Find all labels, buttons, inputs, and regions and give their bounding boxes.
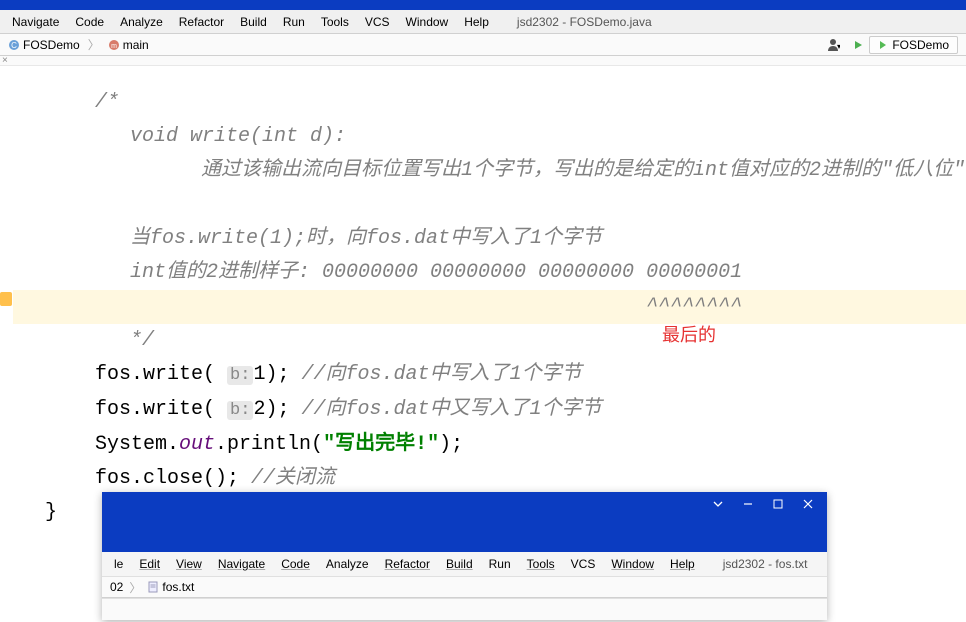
- breadcrumb-label: FOSDemo: [23, 38, 80, 52]
- main-menu-bar: Navigate Code Analyze Refactor Build Run…: [0, 10, 966, 34]
- comment-line: int值的2进制样子: 00000000 00000000 00000000 0…: [13, 256, 966, 290]
- menu-run[interactable]: Run: [481, 555, 519, 573]
- menu-refactor[interactable]: Refactor: [171, 13, 232, 31]
- code-editor[interactable]: /* void write(int d): 通过该输出流向目标位置写出1个字节，…: [0, 66, 966, 530]
- menu-file[interactable]: le: [106, 555, 131, 573]
- comment-line: void write(int d):: [13, 120, 966, 154]
- code-println: System.out.println("写出完毕!");: [13, 428, 966, 462]
- class-icon: C: [8, 39, 20, 51]
- breadcrumb-file-label: fos.txt: [162, 580, 194, 594]
- comment-line: /*: [13, 86, 966, 120]
- svg-text:▾: ▾: [837, 42, 840, 51]
- menu-analyze[interactable]: Analyze: [112, 13, 171, 31]
- tab-gutter: ×: [0, 56, 966, 66]
- menu-vcs[interactable]: VCS: [357, 13, 398, 31]
- text-file-icon: [147, 581, 159, 593]
- breadcrumb-label: main: [123, 38, 149, 52]
- window-title: jsd2302 - FOSDemo.java: [517, 15, 652, 29]
- comment-line: 当fos.write(1);时，向fos.dat中写入了1个字节: [13, 222, 966, 256]
- menu-code[interactable]: Code: [273, 555, 318, 573]
- breadcrumb-file[interactable]: fos.txt: [143, 579, 198, 595]
- menu-code[interactable]: Code: [67, 13, 112, 31]
- breadcrumb-class[interactable]: C FOSDemo: [4, 37, 84, 53]
- code-write-2: fos.write( b:2); //向fos.dat中又写入了1个字节: [13, 393, 966, 428]
- play-icon: [852, 39, 864, 51]
- comment-line: 通过该输出流向目标位置写出1个字节，写出的是给定的int值对应的2进制的"低八位…: [13, 154, 966, 188]
- close-icon[interactable]: [793, 493, 823, 515]
- menu-refactor[interactable]: Refactor: [377, 555, 438, 573]
- menu-help[interactable]: Help: [662, 555, 703, 573]
- run-config-icon[interactable]: [851, 38, 865, 52]
- close-tab-icon[interactable]: ×: [2, 55, 8, 66]
- secondary-titlebar[interactable]: [102, 492, 827, 516]
- svg-text:C: C: [11, 41, 17, 50]
- secondary-toolbar: [102, 598, 827, 620]
- param-hint: b:: [227, 366, 253, 385]
- menu-help[interactable]: Help: [456, 13, 497, 31]
- menu-navigate[interactable]: Navigate: [210, 555, 273, 573]
- secondary-menu-bar: le Edit View Navigate Code Analyze Refac…: [102, 552, 827, 576]
- menu-view[interactable]: View: [168, 555, 210, 573]
- menu-analyze[interactable]: Analyze: [318, 555, 377, 573]
- secondary-breadcrumb: 02 〉 fos.txt: [102, 576, 827, 598]
- annotation-text: 最后的: [662, 320, 716, 354]
- breadcrumb-separator: 〉: [129, 579, 141, 596]
- code-write-1: fos.write( b:1); //向fos.dat中写入了1个字节: [13, 358, 966, 393]
- secondary-ide-window[interactable]: le Edit View Navigate Code Analyze Refac…: [102, 492, 827, 620]
- chevron-down-icon[interactable]: [703, 493, 733, 515]
- minimize-icon[interactable]: [733, 493, 763, 515]
- secondary-header: [102, 516, 827, 552]
- comment-caret-line: ^^^^^^^^: [13, 290, 966, 324]
- menu-tools[interactable]: Tools: [313, 13, 357, 31]
- menu-window[interactable]: Window: [603, 555, 662, 573]
- run-arrow-icon: [878, 40, 888, 50]
- menu-run[interactable]: Run: [275, 13, 313, 31]
- comment-end: */: [13, 324, 966, 358]
- breadcrumb-bar: C FOSDemo 〉 m main ▾ FOSDemo: [0, 34, 966, 56]
- breadcrumb-method[interactable]: m main: [104, 37, 153, 53]
- user-icon[interactable]: ▾: [819, 36, 847, 54]
- menu-navigate[interactable]: Navigate: [4, 13, 67, 31]
- breadcrumb-folder[interactable]: 02: [106, 579, 127, 595]
- method-icon: m: [108, 39, 120, 51]
- menu-tools[interactable]: Tools: [519, 555, 563, 573]
- menu-build[interactable]: Build: [232, 13, 275, 31]
- menu-build[interactable]: Build: [438, 555, 481, 573]
- svg-text:m: m: [111, 43, 117, 50]
- breadcrumb-separator: 〉: [88, 36, 100, 53]
- gutter-warning-icon[interactable]: [0, 292, 12, 306]
- run-config-label: FOSDemo: [892, 38, 949, 52]
- code-close: fos.close(); //关闭流: [13, 462, 966, 496]
- run-config-selector[interactable]: FOSDemo: [869, 36, 958, 54]
- menu-vcs[interactable]: VCS: [563, 555, 604, 573]
- menu-edit[interactable]: Edit: [131, 555, 168, 573]
- person-icon: ▾: [826, 38, 840, 52]
- param-hint: b:: [227, 401, 253, 420]
- menu-window[interactable]: Window: [398, 13, 457, 31]
- blank-line: [13, 188, 966, 222]
- title-bar: [0, 0, 966, 10]
- maximize-icon[interactable]: [763, 493, 793, 515]
- secondary-window-title: jsd2302 - fos.txt: [723, 557, 808, 571]
